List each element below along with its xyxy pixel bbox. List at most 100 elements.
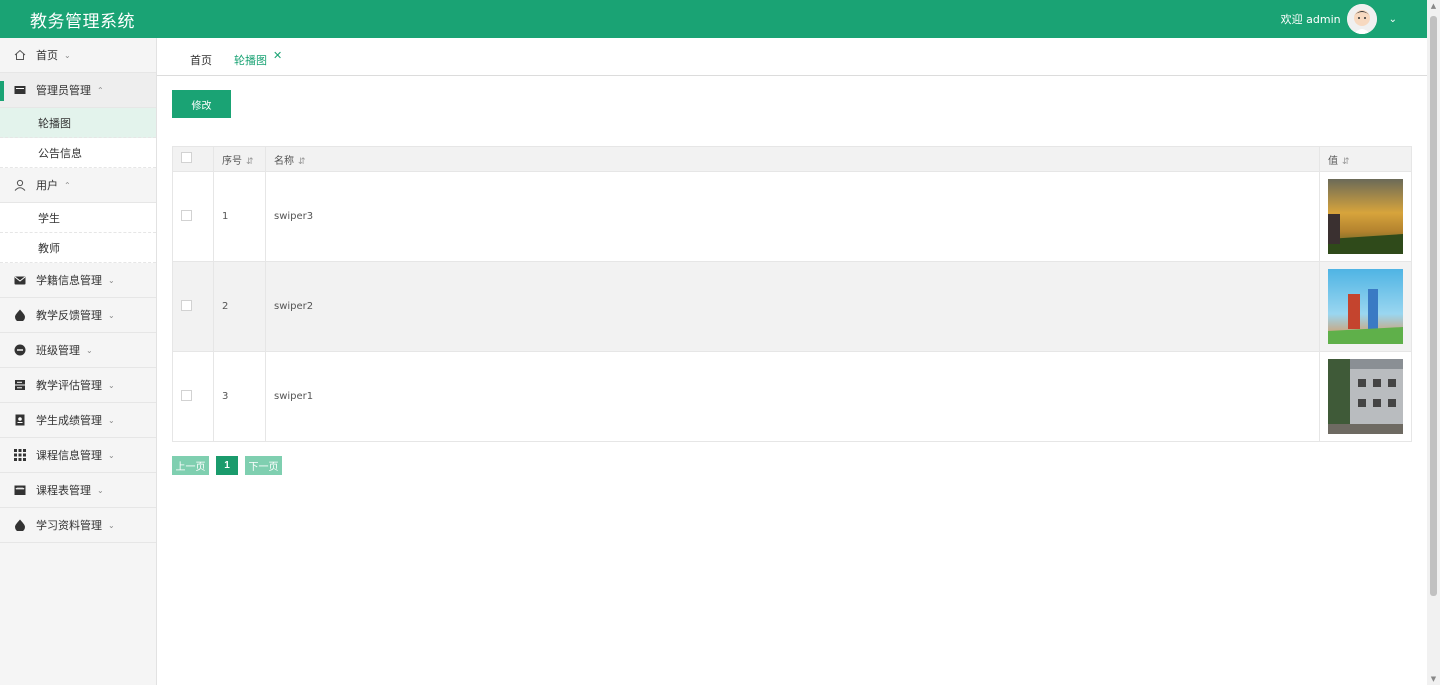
row-index: 2 — [213, 261, 266, 352]
row-value — [1319, 351, 1412, 442]
chevron-down-icon: ⌄ — [97, 485, 104, 495]
sidebar-item-home[interactable]: 首页 ⌄ — [0, 38, 156, 73]
chevron-down-icon: ⌄ — [108, 380, 115, 390]
select-all-cell — [172, 146, 214, 172]
top-header: 教务管理系统 欢迎 admin ⌄ — [0, 0, 1427, 38]
chevron-down-icon: ⌄ — [64, 50, 71, 60]
sidebar-item-teachers[interactable]: 教师 — [0, 233, 156, 263]
tab-carousel[interactable]: 轮播图 — [234, 52, 267, 68]
sidebar-item-class[interactable]: 班级管理 ⌄ — [0, 333, 156, 368]
chevron-down-icon[interactable]: ⌄ — [1389, 14, 1397, 25]
chevron-down-icon: ⌄ — [108, 310, 115, 320]
sidebar-item-label: 管理员管理 — [36, 84, 91, 97]
prev-page-button[interactable]: 上一页 — [172, 456, 209, 475]
row-name: swiper1 — [265, 351, 1320, 442]
chevron-down-icon: ⌄ — [108, 520, 115, 530]
sidebar-item-courses[interactable]: 课程信息管理 ⌄ — [0, 438, 156, 473]
sidebar-item-label: 课程表管理 — [36, 484, 91, 497]
welcome-text: 欢迎 admin — [1280, 13, 1341, 26]
more-circle-icon — [14, 344, 26, 356]
row-index: 3 — [213, 351, 266, 442]
drop-icon — [14, 309, 26, 321]
chevron-down-icon: ⌄ — [108, 450, 115, 460]
swiper-thumbnail[interactable] — [1328, 359, 1403, 434]
swiper-thumbnail[interactable] — [1328, 269, 1403, 344]
table-row[interactable]: 2 swiper2 — [172, 261, 1412, 352]
sidebar-item-evaluation[interactable]: 教学评估管理 ⌄ — [0, 368, 156, 403]
tab-bar: 首页 轮播图 ✕ — [157, 38, 1427, 76]
scrollbar-thumb[interactable] — [1430, 16, 1437, 596]
scroll-up-icon[interactable]: ▲ — [1427, 0, 1440, 12]
avatar[interactable] — [1346, 4, 1377, 34]
row-checkbox[interactable] — [181, 299, 192, 311]
row-checkbox-cell — [172, 261, 214, 352]
next-page-button[interactable]: 下一页 — [245, 456, 282, 475]
edit-button[interactable]: 修改 — [172, 90, 231, 118]
sidebar-item-grades[interactable]: 学生成绩管理 ⌄ — [0, 403, 156, 438]
grid-icon — [14, 449, 26, 461]
sidebar-item-label: 教学反馈管理 — [36, 309, 102, 322]
sort-icon[interactable]: ⇵ — [246, 157, 254, 167]
home-icon — [14, 49, 26, 61]
sidebar-item-feedback[interactable]: 教学反馈管理 ⌄ — [0, 298, 156, 333]
sidebar: 首页 ⌄ 管理员管理 ⌃ 轮播图 公告信息 用户 ⌃ 学生 教师 学籍信息管理 … — [0, 38, 157, 685]
swiper-thumbnail[interactable] — [1328, 179, 1403, 254]
header-index[interactable]: 序号 ⇵ — [213, 146, 266, 172]
admin-icon — [14, 84, 26, 96]
table-row[interactable]: 3 swiper1 — [172, 351, 1412, 442]
select-all-checkbox[interactable] — [181, 152, 192, 163]
sidebar-item-materials[interactable]: 学习资料管理 ⌄ — [0, 508, 156, 543]
sidebar-item-enrollment[interactable]: 学籍信息管理 ⌄ — [0, 263, 156, 298]
sort-icon[interactable]: ⇵ — [1342, 157, 1350, 167]
sidebar-item-label: 用户 — [36, 179, 58, 192]
scroll-down-icon[interactable]: ▼ — [1427, 673, 1440, 685]
header-name[interactable]: 名称 ⇵ — [265, 146, 1320, 172]
user-icon — [14, 179, 26, 191]
sidebar-item-students[interactable]: 学生 — [0, 203, 156, 233]
mail-icon — [14, 274, 26, 286]
row-checkbox-cell — [172, 351, 214, 442]
main-content: 首页 轮播图 ✕ 修改 序号 ⇵ 名称 ⇵ 值 ⇵ 1 swiper3 2 sw… — [157, 38, 1427, 685]
drop-icon — [14, 519, 26, 531]
sidebar-item-timetable[interactable]: 课程表管理 ⌄ — [0, 473, 156, 508]
sidebar-item-label: 课程信息管理 — [36, 449, 102, 462]
header-value[interactable]: 值 ⇵ — [1319, 146, 1412, 172]
store-icon — [14, 484, 26, 496]
row-value — [1319, 171, 1412, 262]
table-header-row: 序号 ⇵ 名称 ⇵ 值 ⇵ — [172, 146, 1412, 172]
chevron-down-icon: ⌄ — [108, 275, 115, 285]
sidebar-item-users[interactable]: 用户 ⌃ — [0, 168, 156, 203]
sidebar-item-notice[interactable]: 公告信息 — [0, 138, 156, 168]
sidebar-item-label: 教学评估管理 — [36, 379, 102, 392]
sidebar-item-admin[interactable]: 管理员管理 ⌃ — [0, 73, 156, 108]
page-number-button[interactable]: 1 — [216, 456, 238, 475]
chevron-up-icon: ⌃ — [64, 180, 71, 190]
row-checkbox[interactable] — [181, 389, 192, 401]
data-table: 序号 ⇵ 名称 ⇵ 值 ⇵ 1 swiper3 2 swiper2 3 swip… — [172, 146, 1412, 442]
sidebar-item-label: 学生成绩管理 — [36, 414, 102, 427]
sidebar-item-label: 学习资料管理 — [36, 519, 102, 532]
chevron-up-icon: ⌃ — [97, 85, 104, 95]
row-checkbox[interactable] — [181, 209, 192, 221]
header-name-label: 名称 — [274, 155, 294, 167]
user-menu[interactable]: 欢迎 admin ⌄ — [1281, 4, 1397, 34]
sidebar-item-label: 班级管理 — [36, 344, 80, 357]
tab-home[interactable]: 首页 — [190, 52, 212, 68]
row-checkbox-cell — [172, 171, 214, 262]
chevron-down-icon: ⌄ — [108, 415, 115, 425]
pagination: 上一页 1 下一页 — [172, 456, 282, 475]
sidebar-item-carousel[interactable]: 轮播图 — [0, 108, 156, 138]
chevron-down-icon: ⌄ — [86, 345, 93, 355]
row-name: swiper3 — [265, 171, 1320, 262]
header-index-label: 序号 — [222, 155, 242, 167]
sidebar-item-label: 学籍信息管理 — [36, 274, 102, 287]
sort-icon[interactable]: ⇵ — [298, 157, 306, 167]
row-value — [1319, 261, 1412, 352]
close-icon[interactable]: ✕ — [273, 49, 282, 62]
row-index: 1 — [213, 171, 266, 262]
table-row[interactable]: 1 swiper3 — [172, 171, 1412, 262]
badge-icon — [14, 414, 26, 426]
page-scrollbar[interactable]: ▲ ▼ — [1427, 0, 1440, 685]
app-title: 教务管理系统 — [30, 12, 135, 32]
server-icon — [14, 379, 26, 391]
